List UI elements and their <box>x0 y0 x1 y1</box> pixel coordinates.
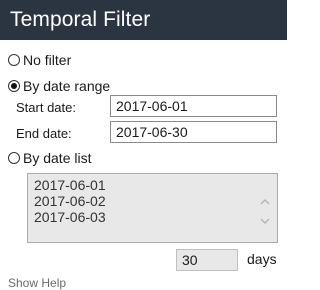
show-help-link[interactable]: Show Help <box>8 276 66 290</box>
date-list-box[interactable]: 2017-06-01 2017-06-02 2017-06-03 <box>27 173 278 243</box>
date-list-item[interactable]: 2017-06-02 <box>34 193 106 209</box>
scroll-up-icon[interactable] <box>259 197 271 207</box>
scroll-down-icon[interactable] <box>259 216 271 226</box>
date-list-option[interactable]: By date list <box>8 148 91 168</box>
date-list-item[interactable]: 2017-06-03 <box>34 209 106 225</box>
date-range-label: By date range <box>23 78 111 94</box>
panel-title: Temporal Filter <box>10 8 151 31</box>
start-date-input[interactable]: 2017-06-01 <box>110 95 277 117</box>
end-date-input[interactable]: 2017-06-30 <box>110 121 277 143</box>
date-range-option[interactable]: By date range <box>8 76 110 96</box>
days-unit-label: days <box>247 251 277 267</box>
date-list-item[interactable]: 2017-06-01 <box>34 177 106 193</box>
start-date-label: Start date: <box>16 100 76 115</box>
panel-header: Temporal Filter <box>0 0 287 40</box>
no-filter-radio[interactable] <box>8 54 20 66</box>
no-filter-option[interactable]: No filter <box>8 50 71 70</box>
end-date-label: End date: <box>16 126 72 141</box>
no-filter-label: No filter <box>23 52 72 68</box>
date-list-radio[interactable] <box>8 152 20 164</box>
days-input[interactable]: 30 <box>176 249 238 271</box>
date-range-radio[interactable] <box>8 80 20 92</box>
date-list-label: By date list <box>23 150 92 166</box>
